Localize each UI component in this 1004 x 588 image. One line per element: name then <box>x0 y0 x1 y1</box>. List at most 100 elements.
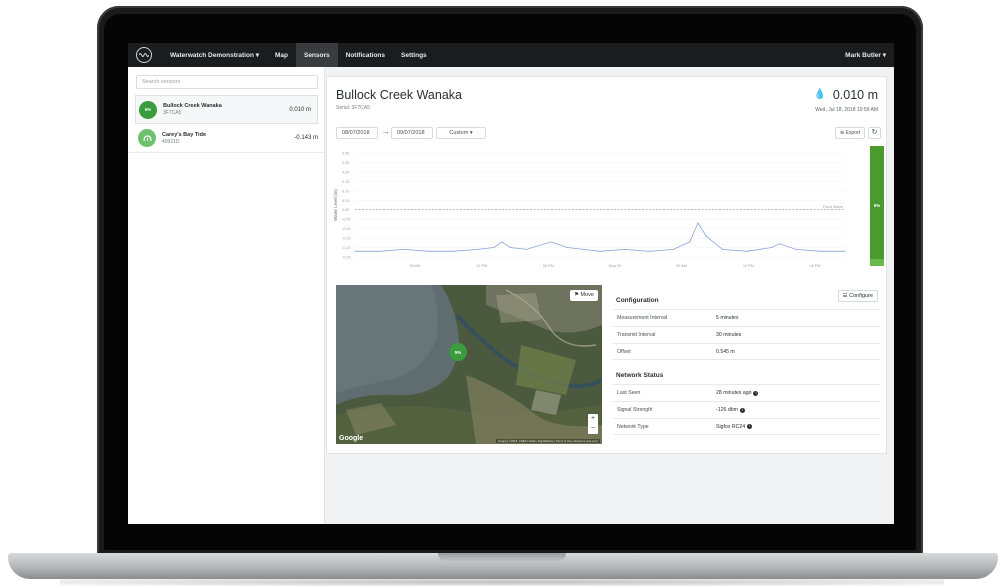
top-nav: Waterwatch Demonstration ▾ Map Sensors N… <box>128 43 894 67</box>
data-point <box>844 250 846 252</box>
y-tick-label: -0.25 <box>342 256 351 260</box>
y-tick-label: 0.30 <box>342 152 349 156</box>
sensor-name: Bullock Creek Wanaka <box>163 103 222 109</box>
configuration-table: Measurement Interval 5 minutes Transmit I… <box>613 309 880 360</box>
zoom-in-icon[interactable]: + <box>588 414 598 424</box>
search-input[interactable]: Search sensors <box>136 75 318 89</box>
table-row: Network Type Sigfox RC24 i <box>613 418 880 435</box>
data-point <box>501 241 503 243</box>
tide-icon <box>138 129 156 147</box>
data-point <box>379 250 380 252</box>
move-button[interactable]: ⚑ Move <box>570 290 598 301</box>
data-point <box>746 250 748 252</box>
range-select[interactable]: Custom ▾ <box>436 127 486 139</box>
export-button[interactable]: ⊕ Export <box>834 127 865 139</box>
nav-map[interactable]: Map <box>267 43 296 67</box>
row-label: Measurement Interval <box>617 315 668 321</box>
sensor-list-item[interactable]: 5% Bullock Creek Wanaka 3F7CA5 0.010 m <box>135 95 318 124</box>
row-label: Network Type <box>617 423 649 430</box>
info-icon[interactable]: i <box>747 424 753 429</box>
configuration-title: Configuration <box>616 297 659 304</box>
y-tick-label: -0.05 <box>342 218 351 222</box>
sensor-sidebar: Search sensors 5% Bullock Creek Wanaka 3… <box>128 67 325 524</box>
waterwatch-logo-icon[interactable] <box>136 47 152 63</box>
laptop-notch <box>438 553 566 562</box>
data-point <box>452 250 454 252</box>
app-screen: Waterwatch Demonstration ▾ Map Sensors N… <box>128 43 894 524</box>
table-row: Signal Strength -126 dbm i <box>613 401 880 418</box>
info-icon[interactable]: i <box>753 390 759 396</box>
nav-sensors[interactable]: Sensors <box>295 43 338 67</box>
sensor-list-item[interactable]: Carey's Bay Tide 40921D -0.143 m <box>128 124 324 153</box>
zoom-control[interactable]: + − <box>588 414 598 434</box>
x-tick-label: Mon 09 <box>609 264 622 268</box>
sensor-value: -0.143 m <box>294 135 318 141</box>
data-point <box>795 248 797 250</box>
row-value: 28 minutes ago <box>716 390 752 396</box>
nav-settings[interactable]: Settings <box>393 43 435 67</box>
network-status-table: Last Seen 28 minutes ago i Signal Strength… <box>613 384 880 435</box>
data-point <box>648 250 650 252</box>
refresh-icon[interactable]: ↻ <box>868 127 881 139</box>
x-tick-label: 12 PM <box>476 264 487 268</box>
threshold-label: Flood Alarm <box>823 205 843 209</box>
sensor-value: 0.010 m <box>289 106 311 113</box>
page-title: Bullock Creek Wanaka <box>336 88 462 102</box>
org-dropdown[interactable]: Waterwatch Demonstration ▾ <box>162 43 267 67</box>
data-point <box>624 248 625 250</box>
row-value: Sigfox RC24 <box>716 423 746 430</box>
satellite-map[interactable]: 5% ⚑ Move + − Google Imagery ©2018, CNES … <box>336 285 602 444</box>
move-label: Move <box>580 292 594 298</box>
export-icon: ⊕ <box>839 130 845 136</box>
y-tick-label: 0.05 <box>342 199 349 203</box>
data-point <box>673 248 674 250</box>
row-label: Last Seen <box>617 390 641 396</box>
data-point <box>599 250 601 252</box>
data-point <box>493 247 495 248</box>
user-menu[interactable]: Mark Butler ▾ <box>837 43 894 67</box>
data-point <box>477 248 478 250</box>
data-point <box>771 247 772 248</box>
nav-notifications[interactable]: Notifications <box>338 43 393 67</box>
data-point <box>354 250 356 252</box>
table-row: Offset 0.545 m <box>613 343 880 360</box>
data-point <box>722 248 723 250</box>
y-tick-label: -0.10 <box>342 227 351 231</box>
y-tick-label: -0.15 <box>342 237 351 241</box>
y-tick-label: 0.20 <box>342 170 349 174</box>
sensor-serial: 3F7CA5 <box>163 110 182 116</box>
level-gauge: 5% <box>870 146 884 266</box>
data-point <box>550 241 552 243</box>
table-row: Last Seen 28 minutes ago i <box>613 384 880 401</box>
data-point <box>566 247 568 248</box>
arrow-right-icon: → <box>381 126 390 136</box>
level-percent: 5% <box>873 203 881 208</box>
map-attribution[interactable]: Imagery ©2018, CNES / Airbus, DigitalGlo… <box>496 439 600 443</box>
sensor-text: Bullock Creek Wanaka 3F7CA5 <box>163 103 289 116</box>
y-axis-label: Water Level (m) <box>333 189 338 221</box>
x-tick-label: 06 AM <box>410 264 421 268</box>
zoom-out-icon[interactable]: − <box>588 424 598 434</box>
date-from-input[interactable]: 08/07/2018 <box>336 127 378 139</box>
data-point <box>526 248 527 250</box>
x-tick-label: 06 PM <box>543 264 554 268</box>
info-icon[interactable]: i <box>739 407 745 413</box>
data-point <box>697 222 699 224</box>
y-tick-label: -0.20 <box>342 246 351 250</box>
row-label: Signal Strength <box>617 407 653 413</box>
reading-timestamp: Wed, Jul 18, 2018 10:59 AM <box>815 107 878 113</box>
data-point <box>779 243 781 245</box>
date-to-input[interactable]: 09/07/2018 <box>391 127 433 139</box>
map-pin-icon: ⚑ <box>574 292 580 298</box>
row-label: Transmit Interval <box>617 332 656 338</box>
map-sensor-marker[interactable]: 5% <box>449 343 467 361</box>
map-imagery <box>336 285 602 444</box>
y-tick-label: 0.15 <box>342 180 349 184</box>
table-row: Measurement Interval 5 minutes <box>613 309 880 326</box>
configure-button[interactable]: ☰ Configure <box>837 290 878 302</box>
water-drop-icon: 💧 <box>813 89 826 100</box>
laptop-mockup: Waterwatch Demonstration ▾ Map Sensors N… <box>0 0 1004 588</box>
row-label: Offset <box>617 348 631 355</box>
water-level-chart: Water Level (m) 0.30 0.25 0.20 0.15 0.10 0.05 0… <box>333 152 846 268</box>
sensor-name: Carey's Bay Tide <box>162 131 207 138</box>
